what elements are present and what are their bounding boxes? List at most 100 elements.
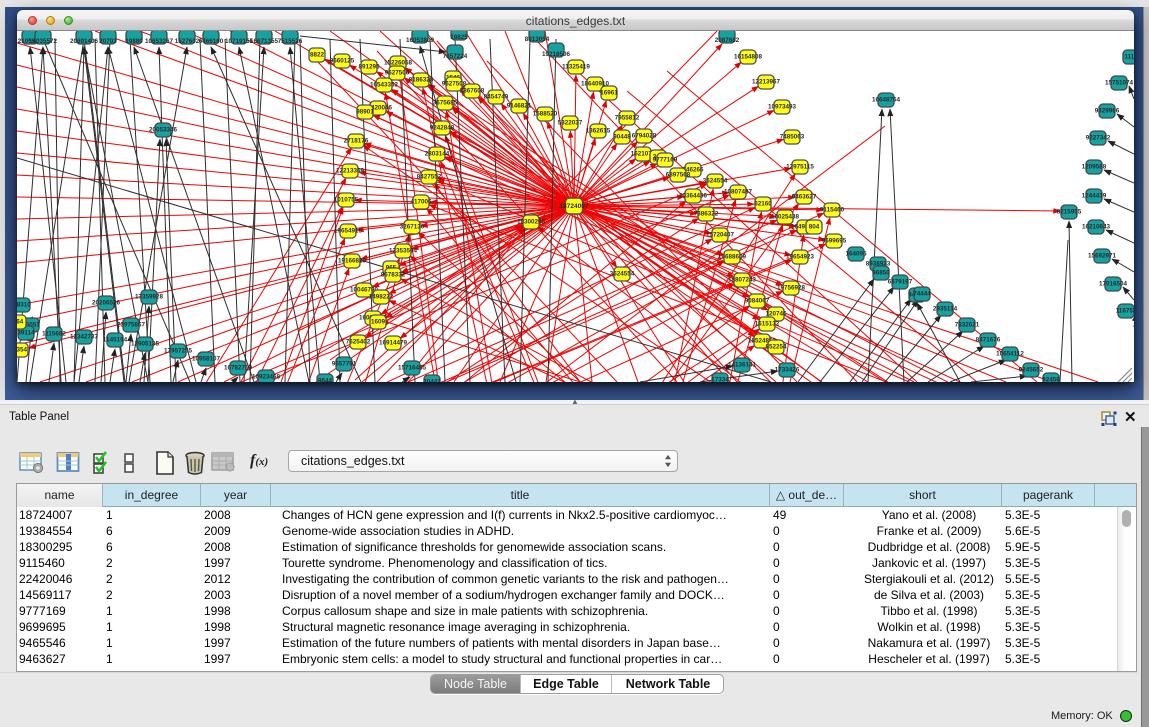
svg-text:9146821: 9146821 bbox=[507, 103, 532, 110]
svg-text:10958107: 10958107 bbox=[192, 356, 221, 363]
svg-text:6794028: 6794028 bbox=[632, 133, 657, 140]
svg-text:19218506: 19218506 bbox=[542, 51, 571, 58]
svg-text:10807487: 10807487 bbox=[724, 189, 753, 196]
svg-text:14136141: 14136141 bbox=[728, 362, 757, 369]
svg-text:20703: 20703 bbox=[99, 38, 117, 45]
svg-text:9329966: 9329966 bbox=[1095, 108, 1120, 115]
svg-text:16961: 16961 bbox=[600, 90, 618, 97]
svg-text:9115460: 9115460 bbox=[820, 207, 845, 214]
svg-text:11325419: 11325419 bbox=[562, 64, 590, 71]
svg-text:7386322: 7386322 bbox=[694, 211, 719, 218]
svg-text:1354: 1354 bbox=[17, 347, 27, 354]
svg-text:17334: 17334 bbox=[711, 377, 729, 383]
svg-text:8427552: 8427552 bbox=[417, 174, 442, 181]
svg-text:852254: 852254 bbox=[765, 344, 787, 351]
svg-text:1588520: 1588520 bbox=[533, 111, 558, 118]
svg-text:10654112: 10654112 bbox=[996, 351, 1024, 358]
svg-text:9227342: 9227342 bbox=[1086, 135, 1111, 142]
svg-text:8215955: 8215955 bbox=[1057, 209, 1082, 216]
svg-text:2803144: 2803144 bbox=[425, 151, 450, 158]
svg-text:6466160: 6466160 bbox=[199, 38, 224, 45]
svg-text:7955812: 7955812 bbox=[615, 115, 640, 122]
svg-text:16648764: 16648764 bbox=[872, 97, 901, 104]
svg-text:7832621: 7832621 bbox=[955, 322, 980, 329]
svg-text:62160: 62160 bbox=[754, 201, 772, 208]
svg-text:1112: 1112 bbox=[1124, 54, 1134, 61]
svg-text:9245652: 9245652 bbox=[1019, 367, 1044, 374]
svg-text:19166829: 19166829 bbox=[338, 258, 367, 265]
svg-text:96850: 96850 bbox=[872, 270, 890, 277]
svg-text:8186328: 8186328 bbox=[409, 77, 434, 84]
svg-text:9660125: 9660125 bbox=[330, 58, 355, 65]
svg-text:17957255: 17957255 bbox=[164, 348, 193, 355]
svg-text:12213967: 12213967 bbox=[752, 79, 781, 86]
svg-text:18724007: 18724007 bbox=[560, 203, 589, 210]
svg-text:1498222: 1498222 bbox=[369, 294, 394, 301]
svg-text:20053346: 20053346 bbox=[149, 127, 178, 134]
svg-text:12213369: 12213369 bbox=[336, 168, 365, 175]
svg-text:1244419: 1244419 bbox=[1082, 193, 1107, 200]
svg-text:7515526: 7515526 bbox=[278, 38, 303, 45]
svg-text:2718176: 2718176 bbox=[344, 138, 369, 145]
svg-text:9699695: 9699695 bbox=[822, 238, 847, 245]
svg-text:17359928: 17359928 bbox=[135, 294, 164, 301]
svg-text:19654923: 19654923 bbox=[786, 254, 815, 261]
svg-text:5322037: 5322037 bbox=[558, 120, 583, 127]
svg-text:1609: 1609 bbox=[371, 319, 386, 326]
svg-text:17016504: 17016504 bbox=[1099, 281, 1128, 288]
svg-text:9644: 9644 bbox=[318, 378, 333, 383]
svg-text:90448: 90448 bbox=[613, 134, 631, 141]
svg-text:1615132: 1615132 bbox=[755, 321, 780, 328]
svg-text:2867608: 2867608 bbox=[460, 88, 485, 95]
svg-text:116753: 116753 bbox=[1116, 308, 1134, 315]
svg-text:10688609: 10688609 bbox=[718, 254, 747, 261]
svg-text:18807243: 18807243 bbox=[728, 277, 757, 284]
svg-text:12353594: 12353594 bbox=[389, 248, 418, 255]
svg-text:20206526: 20206526 bbox=[92, 300, 121, 307]
svg-text:16053809: 16053809 bbox=[406, 37, 435, 44]
svg-text:3624554: 3624554 bbox=[610, 271, 635, 278]
svg-text:15716485: 15716485 bbox=[398, 365, 427, 372]
svg-text:1145194: 1145194 bbox=[103, 337, 128, 344]
svg-text:19880: 19880 bbox=[125, 38, 143, 45]
svg-text:74444: 74444 bbox=[913, 291, 931, 298]
svg-text:2087682: 2087682 bbox=[715, 37, 740, 44]
svg-text:20364436: 20364436 bbox=[679, 193, 708, 200]
svg-text:7625402: 7625402 bbox=[346, 339, 371, 346]
svg-text:8454749: 8454749 bbox=[484, 94, 509, 101]
svg-text:23975867: 23975867 bbox=[117, 322, 146, 329]
svg-text:3624554: 3624554 bbox=[703, 178, 728, 185]
svg-text:9242848: 9242848 bbox=[430, 125, 455, 132]
svg-text:8471676: 8471676 bbox=[976, 337, 1001, 344]
svg-text:39114: 39114 bbox=[17, 330, 35, 337]
svg-text:3675685: 3675685 bbox=[433, 100, 458, 107]
svg-text:20691406: 20691406 bbox=[70, 38, 99, 45]
svg-text:6897568: 6897568 bbox=[666, 172, 691, 179]
svg-text:12975115: 12975115 bbox=[786, 164, 814, 171]
svg-text:9463627: 9463627 bbox=[792, 194, 817, 201]
svg-text:9627500: 9627500 bbox=[385, 70, 410, 77]
svg-text:6879197: 6879197 bbox=[888, 279, 913, 286]
svg-text:10025438: 10025438 bbox=[771, 214, 800, 221]
svg-text:9657791: 9657791 bbox=[332, 361, 357, 368]
svg-text:19756928: 19756928 bbox=[777, 285, 806, 292]
svg-text:891295: 891295 bbox=[358, 64, 380, 71]
svg-text:1010755: 1010755 bbox=[334, 197, 359, 204]
svg-text:18825: 18825 bbox=[450, 34, 468, 41]
svg-text:18300295: 18300295 bbox=[517, 219, 546, 226]
svg-text:804: 804 bbox=[809, 224, 820, 231]
svg-text:16154808: 16154808 bbox=[734, 54, 763, 61]
svg-text:92456: 92456 bbox=[1042, 377, 1060, 383]
svg-text:16782759: 16782759 bbox=[224, 365, 253, 372]
svg-text:964: 964 bbox=[17, 319, 24, 326]
svg-text:8813054: 8813054 bbox=[525, 36, 550, 43]
svg-text:417006: 417006 bbox=[410, 199, 432, 206]
svg-text:10923468: 10923468 bbox=[252, 374, 281, 381]
svg-text:18310: 18310 bbox=[17, 302, 31, 309]
svg-text:1527602: 1527602 bbox=[175, 38, 200, 45]
svg-text:9627508: 9627508 bbox=[442, 81, 467, 88]
svg-text:3267130: 3267130 bbox=[400, 224, 425, 231]
svg-text:8822: 8822 bbox=[310, 52, 325, 59]
svg-text:7485063: 7485063 bbox=[780, 134, 805, 141]
svg-text:1362615: 1362615 bbox=[586, 128, 611, 135]
